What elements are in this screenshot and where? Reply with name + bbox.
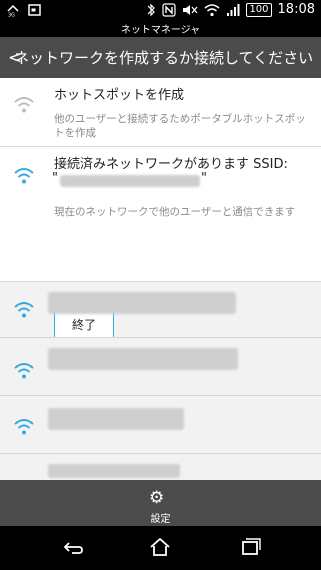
- connected-title: 接続済みネットワークがあります SSID:: [54, 157, 288, 172]
- wifi-gray-icon: [14, 97, 34, 113]
- gear-icon[interactable]: ⚙: [149, 488, 164, 508]
- network-list-item[interactable]: [0, 396, 321, 454]
- wifi-connected-icon: [14, 168, 34, 184]
- app-name: ネットマネージャ: [0, 24, 321, 37]
- connected-network-item: 接続済みネットワークがあります SSID: " " 現在のネットワークで他のユー…: [0, 147, 321, 338]
- network-name-redacted: [48, 348, 238, 370]
- network-name-redacted: [48, 464, 180, 478]
- wifi-icon: [14, 363, 34, 379]
- status-left-icons: 3G: [6, 3, 42, 17]
- settings-label[interactable]: 設定: [0, 510, 321, 525]
- navigation-bar: [0, 526, 321, 570]
- network-list-item[interactable]: [0, 282, 321, 338]
- network-list-item[interactable]: [0, 338, 321, 396]
- home-nav-icon[interactable]: [148, 537, 172, 557]
- ssid-open-quote: ": [52, 171, 58, 186]
- recents-nav-icon[interactable]: [238, 537, 262, 557]
- header-bar: < ネットワークを作成するか接続してください: [0, 37, 321, 78]
- bottom-toolbar: ⚙ 設定: [0, 480, 321, 526]
- hotspot-subtitle: 他のユーザーと接続するためポータブルホットスポットを作成: [54, 113, 306, 139]
- wifi-status-icon: [204, 3, 220, 16]
- network-list-item[interactable]: [0, 454, 321, 480]
- nfc-icon: [162, 2, 177, 17]
- network-name-redacted: [48, 408, 184, 430]
- status-right-icons: 100 18:08: [146, 2, 315, 17]
- ssid-close-quote: ": [201, 171, 207, 186]
- page-title: ネットワークを作成するか接続してください: [14, 49, 314, 67]
- clock: 18:08: [277, 2, 315, 17]
- mute-icon: [183, 4, 198, 15]
- gallery-icon: [28, 4, 41, 16]
- wifi-icon: [14, 302, 34, 318]
- connected-subtitle: 現在のネットワークで他のユーザーと通信できます: [54, 206, 296, 218]
- status-bar: 3G 100 18:08: [0, 0, 321, 24]
- ssid-redacted: [60, 175, 200, 187]
- hotspot-title: ホットスポットを作成: [54, 88, 185, 103]
- network-list[interactable]: ホットスポットを作成 他のユーザーと接続するためポータブルホットスポットを作成 …: [0, 78, 321, 480]
- signal-3g-icon: 3G: [7, 4, 19, 18]
- bluetooth-icon: [148, 3, 156, 16]
- cell-signal-icon: [227, 3, 240, 16]
- back-nav-icon[interactable]: [60, 537, 84, 557]
- wifi-icon: [14, 419, 34, 435]
- svg-text:3G: 3G: [8, 13, 15, 18]
- hotspot-item[interactable]: ホットスポットを作成 他のユーザーと接続するためポータブルホットスポットを作成: [0, 78, 321, 147]
- network-name-redacted: [48, 292, 236, 314]
- battery-indicator: 100: [246, 2, 272, 17]
